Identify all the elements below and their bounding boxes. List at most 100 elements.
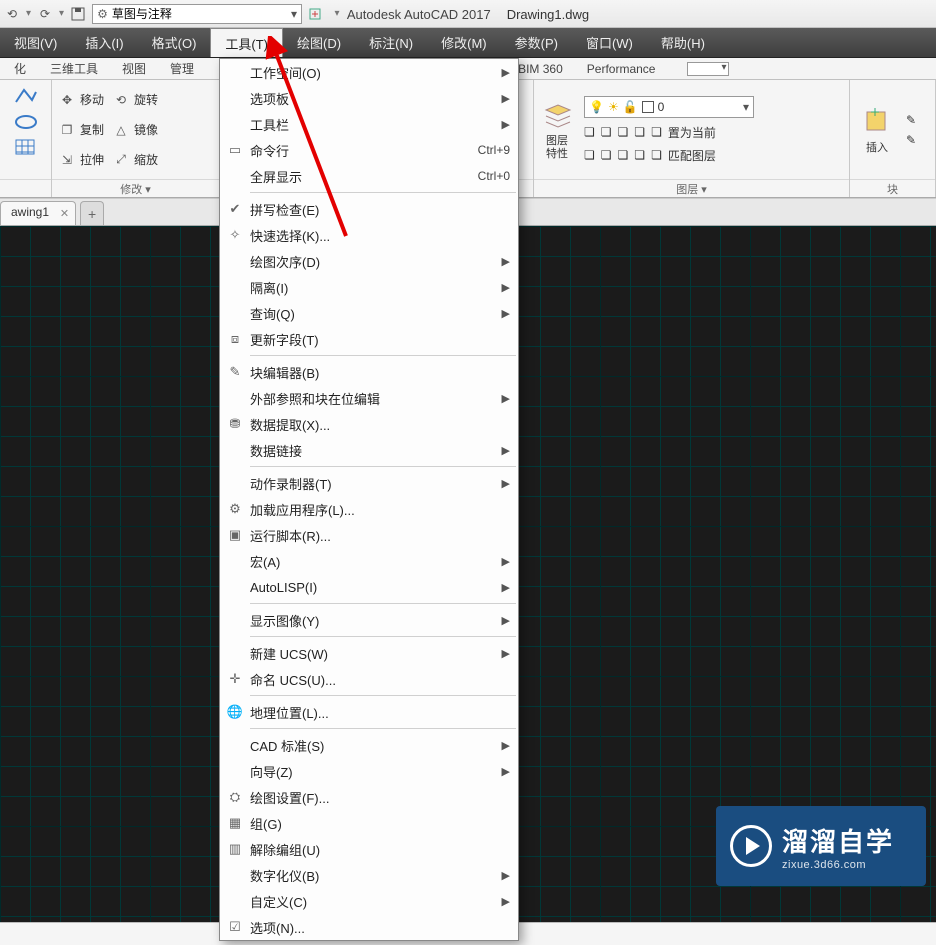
panel-label-modify[interactable]: 修改 ▾ bbox=[52, 179, 219, 197]
document-tab[interactable]: awing1 ✕ bbox=[0, 201, 76, 225]
menu-modify[interactable]: 修改(M) bbox=[427, 28, 501, 57]
menu-item[interactable]: ▣运行脚本(R)... bbox=[220, 522, 518, 548]
menu-item[interactable]: CAD 标准(S)▶ bbox=[220, 732, 518, 758]
layer-icon[interactable]: ❏ bbox=[584, 125, 595, 139]
menu-help[interactable]: 帮助(H) bbox=[647, 28, 719, 57]
menu-draw[interactable]: 绘图(D) bbox=[283, 28, 355, 57]
qat-back-icon[interactable]: ⟲ bbox=[4, 6, 20, 22]
workspace-combo[interactable]: ⚙ 草图与注释 ▾ bbox=[92, 4, 302, 24]
submenu-arrow-icon: ▶ bbox=[502, 281, 510, 294]
menu-item[interactable]: 工具栏▶ bbox=[220, 111, 518, 137]
ribbon-tab[interactable]: 三维工具 bbox=[38, 58, 110, 79]
lightbulb-icon: 💡 bbox=[589, 100, 604, 114]
match-layer-icon[interactable]: ❏ bbox=[651, 148, 662, 162]
menu-item[interactable]: 显示图像(Y)▶ bbox=[220, 607, 518, 633]
menu-item[interactable]: ✔拼写检查(E) bbox=[220, 196, 518, 222]
loadapp-icon: ⚙ bbox=[220, 501, 250, 517]
polyline-icon[interactable] bbox=[14, 86, 38, 106]
menu-item[interactable]: AutoLISP(I)▶ bbox=[220, 574, 518, 600]
insert-block-icon[interactable] bbox=[860, 105, 894, 139]
qat-save-icon[interactable] bbox=[70, 6, 86, 22]
edit-attr-icon[interactable]: ✎ bbox=[906, 133, 916, 147]
menu-item[interactable]: ⛃数据提取(X)... bbox=[220, 411, 518, 437]
make-current-icon[interactable]: ❏ bbox=[651, 125, 662, 139]
menu-item-label: 工具栏 bbox=[250, 115, 494, 134]
ribbon-collapse-toggle[interactable]: ▾ bbox=[687, 62, 729, 76]
panel-label-block[interactable]: 块 bbox=[850, 179, 935, 197]
hatch-icon[interactable] bbox=[14, 138, 38, 158]
close-icon[interactable]: ✕ bbox=[60, 207, 69, 220]
menu-item[interactable]: 向导(Z)▶ bbox=[220, 758, 518, 784]
menu-item[interactable]: ✎块编辑器(B) bbox=[220, 359, 518, 385]
titlebar: ⟲▾ ⟳▾ ⚙ 草图与注释 ▾ ▾ Autodesk AutoCAD 2017 … bbox=[0, 0, 936, 28]
menu-item[interactable]: ⚙加载应用程序(L)... bbox=[220, 496, 518, 522]
layer-properties-label: 图层特性 bbox=[546, 135, 568, 159]
ribbon-tab[interactable]: Performance bbox=[575, 60, 668, 78]
stretch-button[interactable]: ⇲拉伸 bbox=[58, 148, 104, 172]
menu-item[interactable]: 选项板▶ bbox=[220, 85, 518, 111]
panel-label-layers[interactable]: 图层 ▾ bbox=[534, 179, 849, 197]
menu-item[interactable]: ▥解除编组(U) bbox=[220, 836, 518, 862]
menu-item[interactable]: 工作空间(O)▶ bbox=[220, 59, 518, 85]
scale-button[interactable]: ⤢缩放 bbox=[112, 148, 158, 172]
layer-icon[interactable]: ❏ bbox=[634, 148, 645, 162]
menu-item[interactable]: 数字化仪(B)▶ bbox=[220, 862, 518, 888]
menu-separator bbox=[250, 695, 516, 696]
spellcheck-icon: ✔ bbox=[220, 201, 250, 217]
menu-item[interactable]: ✛命名 UCS(U)... bbox=[220, 666, 518, 692]
layer-icon[interactable]: ❏ bbox=[601, 125, 612, 139]
menu-item[interactable]: 数据链接▶ bbox=[220, 437, 518, 463]
layer-icon[interactable]: ❏ bbox=[601, 148, 612, 162]
menu-item-label: 全屏显示 bbox=[250, 167, 470, 186]
edit-block-icon[interactable]: ✎ bbox=[906, 113, 916, 127]
qat-forward-icon[interactable]: ⟳ bbox=[37, 6, 53, 22]
ribbon-tab[interactable]: 管理 bbox=[158, 58, 206, 79]
menu-item[interactable]: ▦组(G) bbox=[220, 810, 518, 836]
menu-tools[interactable]: 工具(T) bbox=[210, 28, 283, 57]
match-layer-label[interactable]: 匹配图层 bbox=[668, 147, 716, 164]
menu-item[interactable]: 宏(A)▶ bbox=[220, 548, 518, 574]
mirror-button[interactable]: △镜像 bbox=[112, 118, 158, 142]
menu-item[interactable]: 外部参照和块在位编辑▶ bbox=[220, 385, 518, 411]
layer-combo[interactable]: 💡 ☀ 🔓 0 ▾ bbox=[584, 96, 754, 118]
menu-item[interactable]: ⛭绘图设置(F)... bbox=[220, 784, 518, 810]
layer-icon[interactable]: ❏ bbox=[618, 125, 629, 139]
stretch-icon: ⇲ bbox=[58, 151, 76, 169]
new-tab-button[interactable]: + bbox=[80, 201, 104, 225]
copy-button[interactable]: ❐复制 bbox=[58, 118, 104, 142]
menu-item[interactable]: 隔离(I)▶ bbox=[220, 274, 518, 300]
menu-item[interactable]: 新建 UCS(W)▶ bbox=[220, 640, 518, 666]
menu-view[interactable]: 视图(V) bbox=[0, 28, 71, 57]
menu-window[interactable]: 窗口(W) bbox=[572, 28, 647, 57]
scale-icon: ⤢ bbox=[112, 151, 130, 169]
submenu-arrow-icon: ▶ bbox=[502, 255, 510, 268]
layer-icon[interactable]: ❏ bbox=[618, 148, 629, 162]
ellipse-icon[interactable] bbox=[14, 114, 38, 130]
make-current-label[interactable]: 置为当前 bbox=[668, 124, 716, 141]
menu-item[interactable]: 全屏显示Ctrl+0 bbox=[220, 163, 518, 189]
ribbon-tab[interactable]: 化 bbox=[2, 58, 38, 79]
menu-item[interactable]: 查询(Q)▶ bbox=[220, 300, 518, 326]
move-button[interactable]: ✥移动 bbox=[58, 88, 104, 112]
qat-overflow-icon[interactable]: ▾ bbox=[328, 5, 346, 23]
menu-item[interactable]: 绘图次序(D)▶ bbox=[220, 248, 518, 274]
menu-item[interactable]: 自定义(C)▶ bbox=[220, 888, 518, 914]
menu-format[interactable]: 格式(O) bbox=[138, 28, 211, 57]
ribbon-tab[interactable]: 视图 bbox=[110, 58, 158, 79]
menu-item[interactable]: ✧快速选择(K)... bbox=[220, 222, 518, 248]
menu-item[interactable]: 动作录制器(T)▶ bbox=[220, 470, 518, 496]
menu-item[interactable]: ⧈更新字段(T) bbox=[220, 326, 518, 352]
layer-icon[interactable]: ❏ bbox=[634, 125, 645, 139]
menu-dimension[interactable]: 标注(N) bbox=[355, 28, 427, 57]
menu-item[interactable]: ▭命令行Ctrl+9 bbox=[220, 137, 518, 163]
menu-item[interactable]: 🌐地理位置(L)... bbox=[220, 699, 518, 725]
qat-share-icon[interactable] bbox=[306, 5, 324, 23]
menu-insert[interactable]: 插入(I) bbox=[71, 28, 137, 57]
submenu-arrow-icon: ▶ bbox=[502, 477, 510, 490]
rotate-button[interactable]: ⟲旋转 bbox=[112, 88, 158, 112]
layer-properties-icon[interactable] bbox=[540, 99, 574, 133]
submenu-arrow-icon: ▶ bbox=[502, 66, 510, 79]
layer-icon[interactable]: ❏ bbox=[584, 148, 595, 162]
menu-item[interactable]: ☑选项(N)... bbox=[220, 914, 518, 940]
menu-parametric[interactable]: 参数(P) bbox=[501, 28, 572, 57]
